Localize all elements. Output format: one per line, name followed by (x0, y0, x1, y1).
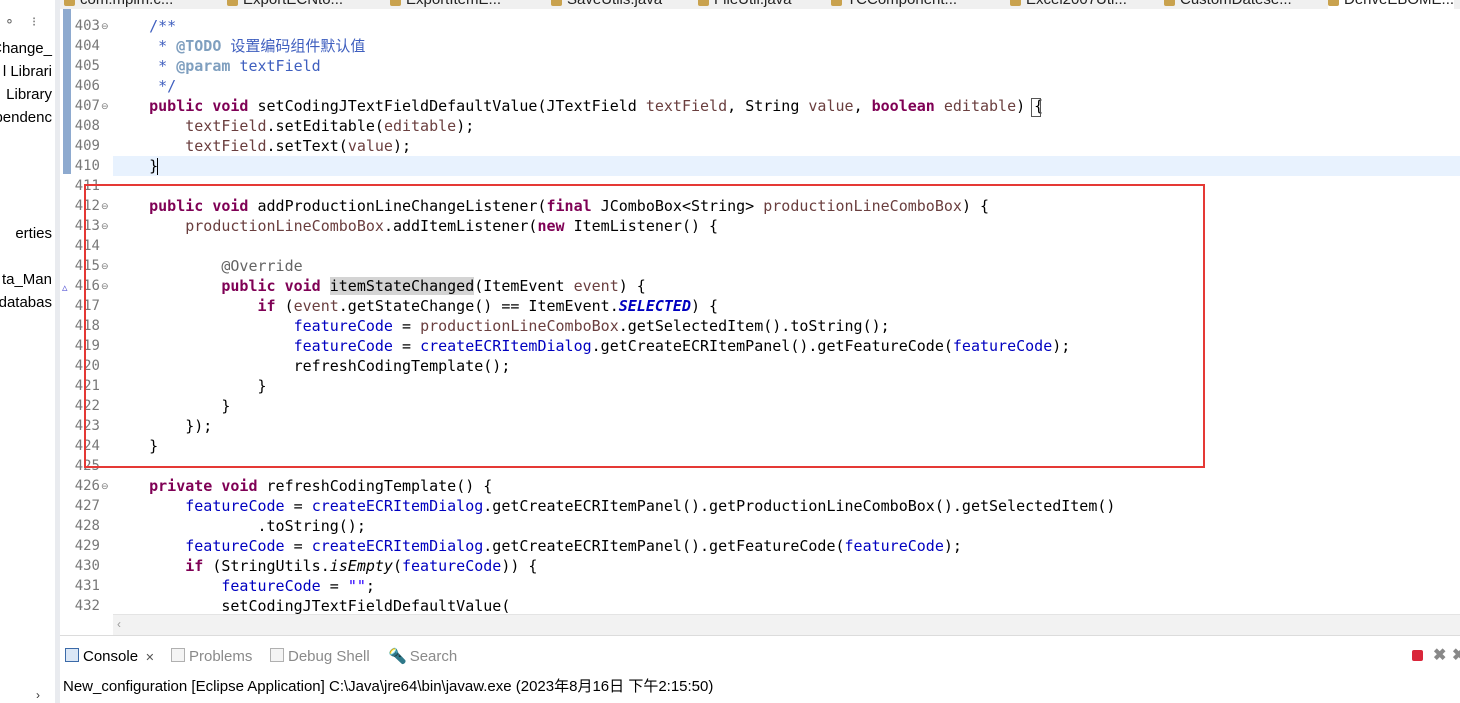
fold-collapse-icon[interactable]: ⊖ (101, 96, 109, 116)
code-line: * @TODO 设置编码组件默认值 (113, 37, 366, 55)
console-icon (65, 648, 79, 662)
code-line: * @param textField (113, 57, 321, 75)
chevron-right-icon[interactable]: › (36, 688, 40, 702)
editor-tab[interactable]: SaveUtils.java (551, 0, 662, 9)
java-file-icon (698, 0, 709, 6)
tree-item[interactable]: l Librari (3, 63, 52, 81)
text-caret (157, 158, 158, 175)
code-line: textField.setText(value); (185, 137, 412, 155)
line-number: 405 (74, 58, 100, 74)
horizontal-scrollbar[interactable]: ‹ (113, 614, 1460, 635)
editor-tab[interactable]: ExportItemE... (390, 0, 501, 9)
line-number: 404 (74, 38, 100, 54)
code-line: featureCode = createECRItemDialog.getCre… (185, 537, 962, 555)
line-number: 406 (74, 78, 100, 94)
code-line: /** (149, 17, 177, 35)
java-file-icon (551, 0, 562, 6)
code-line: private void refreshCodingTemplate() { (149, 477, 493, 495)
code-line: featureCode = createECRItemDialog.getCre… (185, 497, 1116, 515)
line-number: 431 (74, 578, 100, 594)
editor-tab[interactable]: CustomDatese... (1164, 0, 1292, 9)
line-number: 427 (74, 498, 100, 514)
tree-item[interactable]: pendenc (0, 109, 52, 127)
tab-problems[interactable]: Problems (171, 648, 252, 666)
line-number: 426 (74, 478, 100, 494)
collapse-all-icon[interactable]: ⚬ (4, 14, 15, 30)
code-line: textField.setEditable(editable); (185, 117, 475, 135)
problems-icon (171, 648, 185, 662)
scroll-left-icon[interactable]: ‹ (117, 617, 121, 631)
line-number: 410 (74, 158, 100, 174)
code-line: featureCode = ""; (221, 577, 375, 595)
editor-tab[interactable]: Excel2007Uti... (1010, 0, 1127, 9)
remove-launch-icon[interactable]: ✖ (1433, 645, 1446, 665)
current-line-highlight (113, 156, 1460, 176)
java-file-icon (1164, 0, 1175, 6)
code-line: public void setCodingJTextFieldDefaultVa… (149, 97, 1044, 115)
java-file-icon (64, 0, 75, 6)
tree-item[interactable]: databas (0, 294, 52, 312)
line-number: 428 (74, 518, 100, 534)
console-tab-bar: Console ✕ Problems Debug Shell 🔦 Search (60, 645, 1460, 670)
line-number: 407 (74, 98, 100, 114)
fold-collapse-icon[interactable]: ⊖ (101, 476, 109, 496)
tree-item[interactable]: erties (15, 225, 52, 243)
code-line: if (StringUtils.isEmpty(featureCode)) { (185, 557, 538, 575)
fold-collapse-icon[interactable]: ⊖ (101, 16, 109, 36)
code-line: .toString(); (257, 517, 366, 535)
close-icon[interactable]: ✕ (145, 652, 154, 664)
java-file-icon (390, 0, 401, 6)
java-file-icon (831, 0, 842, 6)
java-file-icon (1010, 0, 1021, 6)
line-number: 432 (74, 598, 100, 614)
code-line: */ (158, 77, 177, 95)
editor-tab[interactable]: com.mpim.c... (64, 0, 173, 9)
tab-debug-shell[interactable]: Debug Shell (270, 648, 370, 666)
tree-item[interactable]: Library (6, 86, 52, 104)
red-annotation-box (84, 184, 1205, 468)
line-number: 430 (74, 558, 100, 574)
tree-item[interactable]: Change_ (0, 40, 52, 58)
console-launch-label: New_configuration [Eclipse Application] … (63, 678, 714, 695)
package-explorer: ⚬ ⁝ Change_ l Librari Library pendenc er… (0, 0, 55, 703)
matching-bracket-highlight (1031, 98, 1041, 117)
code-line: } (113, 157, 159, 175)
tree-item[interactable]: ta_Man (2, 271, 52, 289)
line-number: 429 (74, 538, 100, 554)
override-arrow-icon[interactable]: ▵ (62, 281, 68, 294)
console-output[interactable]: New_configuration [Eclipse Application] … (60, 670, 1460, 703)
editor-tab-active[interactable]: DeriveEBOME... (1328, 0, 1455, 9)
view-menu-icon[interactable]: ⁝ (32, 14, 36, 30)
tab-search[interactable]: 🔦 Search (388, 648, 457, 666)
debug-shell-icon (270, 648, 284, 662)
editor-tab[interactable]: TCComponent... (831, 0, 957, 9)
line-number: 409 (74, 138, 100, 154)
editor-tab[interactable]: ExportECNto... (227, 0, 343, 9)
java-file-icon (227, 0, 238, 6)
java-file-icon (1328, 0, 1339, 6)
editor-tab[interactable]: FileUtil.java (698, 0, 792, 9)
terminate-button[interactable] (1412, 650, 1423, 661)
remove-all-launches-icon[interactable]: ✖ (1452, 645, 1460, 665)
line-number: 403 (74, 18, 100, 34)
line-number: 408 (74, 118, 100, 134)
tab-console[interactable]: Console ✕ (65, 648, 154, 667)
search-flashlight-icon: 🔦 (388, 648, 407, 665)
code-line: setCodingJTextFieldDefaultValue( (221, 597, 511, 615)
